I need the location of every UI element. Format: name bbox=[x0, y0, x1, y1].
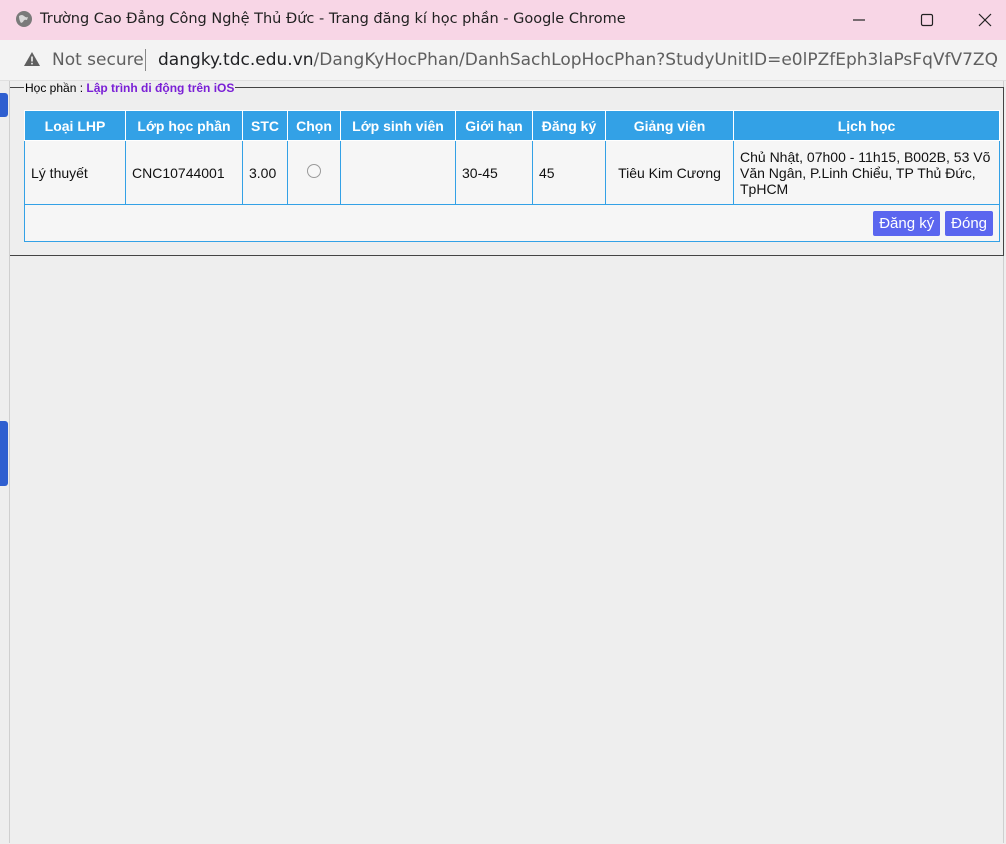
url-path: /DangKyHocPhan/DanhSachLopHocPhan?StudyU… bbox=[313, 50, 998, 70]
column-header: Giảng viên bbox=[605, 110, 734, 141]
minimize-button[interactable] bbox=[836, 4, 882, 36]
close-button[interactable]: Đóng bbox=[945, 210, 993, 236]
cell-credits: 3.00 bbox=[242, 140, 288, 205]
maximize-icon bbox=[920, 13, 934, 27]
url-text[interactable]: dangky.tdc.edu.vn/DangKyHocPhan/DanhSach… bbox=[158, 50, 998, 70]
cell-student-class bbox=[340, 140, 456, 205]
page-content: Học phần : Lập trình di động trên iOS Lo… bbox=[0, 81, 1006, 844]
course-legend: Học phần : Lập trình di động trên iOS bbox=[24, 81, 236, 97]
globe-icon bbox=[16, 11, 32, 27]
column-header: Chọn bbox=[287, 110, 341, 141]
column-header: Lịch học bbox=[733, 110, 1000, 141]
window-title-bar: Trường Cao Đẳng Công Nghệ Thủ Đức - Tran… bbox=[0, 0, 1006, 40]
maximize-button[interactable] bbox=[904, 4, 950, 36]
column-header: Lớp sinh viên bbox=[340, 110, 456, 141]
cell-limit: 30-45 bbox=[455, 140, 533, 205]
close-icon bbox=[978, 13, 992, 27]
table-header-row: Loại LHP Lớp học phần STC Chọn Lớp sinh … bbox=[24, 110, 1000, 141]
table-row: Lý thuyết CNC10744001 3.00 30-45 45 Tiêu… bbox=[24, 140, 1000, 205]
actions-cell: Đăng ký Đóng bbox=[24, 204, 1000, 242]
register-button[interactable]: Đăng ký bbox=[873, 210, 941, 236]
url-host: dangky.tdc.edu.vn bbox=[158, 50, 314, 70]
cell-type: Lý thuyết bbox=[24, 140, 126, 205]
column-header: Đăng ký bbox=[532, 110, 606, 141]
column-header: Loại LHP bbox=[24, 110, 126, 141]
cell-schedule: Chủ Nhật, 07h00 - 11h15, B002B, 53 Võ Vă… bbox=[733, 140, 1000, 205]
column-header: STC bbox=[242, 110, 288, 141]
cell-select bbox=[287, 140, 341, 205]
warning-icon[interactable] bbox=[23, 51, 41, 67]
side-tab[interactable] bbox=[0, 93, 8, 117]
window-title: Trường Cao Đẳng Công Nghệ Thủ Đức - Tran… bbox=[40, 11, 626, 27]
minimize-icon bbox=[853, 19, 865, 21]
cell-registered: 45 bbox=[532, 140, 606, 205]
close-window-button[interactable] bbox=[962, 4, 1006, 36]
side-tab[interactable] bbox=[0, 421, 8, 486]
cell-class-code: CNC10744001 bbox=[125, 140, 243, 205]
column-header: Lớp học phần bbox=[125, 110, 243, 141]
select-radio[interactable] bbox=[307, 164, 321, 178]
security-label[interactable]: Not secure bbox=[52, 50, 144, 70]
course-name: Lập trình di động trên iOS bbox=[86, 81, 235, 95]
class-table: Loại LHP Lớp học phần STC Chọn Lớp sinh … bbox=[24, 110, 1000, 242]
cell-lecturer: Tiêu Kim Cương bbox=[605, 140, 734, 205]
actions-row: Đăng ký Đóng bbox=[24, 204, 1000, 242]
course-label: Học phần : bbox=[25, 81, 84, 95]
column-header: Giới hạn bbox=[455, 110, 533, 141]
address-separator bbox=[145, 49, 146, 71]
address-bar[interactable]: Not secure dangky.tdc.edu.vn/DangKyHocPh… bbox=[0, 40, 1006, 81]
